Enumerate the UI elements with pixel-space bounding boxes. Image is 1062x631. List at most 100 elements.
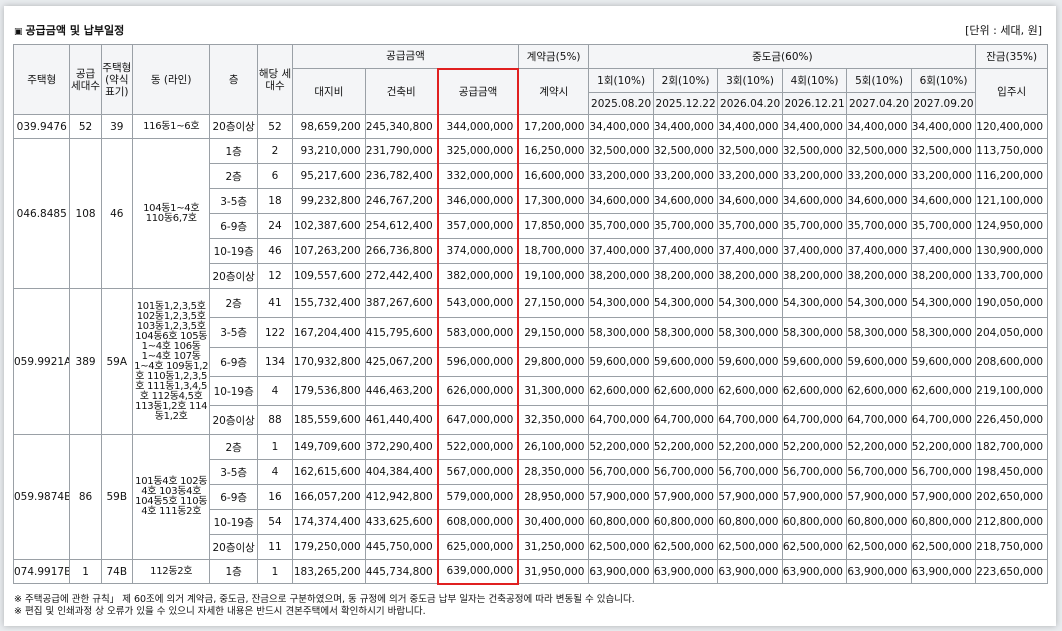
- cell-installment-6: 58,300,000: [910, 317, 977, 348]
- cell-installment-6: 60,800,000: [910, 509, 977, 535]
- header-installment-3-date: 2026.04.20: [717, 92, 783, 115]
- cell-land-cost: 174,374,400: [292, 509, 366, 535]
- cell-floor: 6-9층: [209, 213, 258, 239]
- header-deposit: 계약금(5%): [517, 44, 590, 69]
- cell-installment-3: 60,800,000: [717, 509, 783, 535]
- header-installment-5: 5회(10%): [846, 68, 912, 93]
- cell-deposit: 28,350,000: [517, 459, 590, 485]
- cell-supply-price: 583,000,000: [436, 317, 520, 348]
- cell-floor: 2층: [209, 288, 258, 318]
- cell-dong-line: 116동1~6호: [131, 114, 211, 139]
- cell-installment-2: 37,400,000: [652, 238, 719, 264]
- cell-installment-4: 62,600,000: [781, 376, 848, 406]
- cell-installment-6: 34,400,000: [910, 114, 977, 139]
- cell-balance: 182,700,000: [975, 434, 1048, 460]
- cell-installment-2: 32,500,000: [652, 138, 719, 164]
- cell-deposit: 17,200,000: [517, 114, 590, 139]
- cell-floor-units: 134: [256, 347, 294, 377]
- cell-deposit: 16,250,000: [517, 138, 590, 164]
- cell-installment-3: 52,200,000: [717, 434, 783, 460]
- cell-floor: 20층이상: [209, 263, 258, 289]
- section-title: ▣ 공급금액 및 납부일정: [14, 22, 124, 38]
- cell-installment-2: 60,800,000: [652, 509, 719, 535]
- cell-installment-6: 64,700,000: [910, 405, 977, 435]
- cell-deposit: 31,950,000: [517, 559, 590, 584]
- cell-floor: 20층이상: [209, 534, 258, 560]
- cell-installment-5: 34,600,000: [846, 188, 912, 214]
- cell-installment-6: 38,200,000: [910, 263, 977, 289]
- cell-installment-2: 57,900,000: [652, 484, 719, 510]
- cell-installment-1: 59,600,000: [588, 347, 654, 377]
- cell-installment-6: 59,600,000: [910, 347, 977, 377]
- header-type: 주택형: [12, 44, 71, 115]
- cell-installment-6: 37,400,000: [910, 238, 977, 264]
- cell-installment-6: 62,600,000: [910, 376, 977, 406]
- cell-installment-4: 54,300,000: [781, 288, 848, 318]
- cell-installment-5: 60,800,000: [846, 509, 912, 535]
- cell-installment-4: 60,800,000: [781, 509, 848, 535]
- cell-balance: 190,050,000: [975, 288, 1048, 318]
- cell-installment-1: 54,300,000: [588, 288, 654, 318]
- cell-deposit: 28,950,000: [517, 484, 590, 510]
- cell-installment-4: 38,200,000: [781, 263, 848, 289]
- cell-installment-4: 62,500,000: [781, 534, 848, 560]
- header-floor-units: 해당 세대수: [256, 44, 294, 115]
- cell-land-cost: 167,204,400: [292, 317, 366, 348]
- cell-installment-5: 56,700,000: [846, 459, 912, 485]
- cell-installment-5: 33,200,000: [846, 163, 912, 189]
- cell-supply-price: 346,000,000: [436, 188, 520, 214]
- cell-installment-5: 32,500,000: [846, 138, 912, 164]
- header-installment-5-date: 2027.04.20: [846, 92, 912, 115]
- cell-installment-2: 63,900,000: [652, 559, 719, 584]
- cell-land-cost: 179,536,800: [292, 376, 366, 406]
- footnote: ※ 편집 및 인쇄과정 상 오류가 있을 수 있으니 자세한 내용은 반드시 견…: [14, 606, 426, 617]
- cell-installment-5: 62,500,000: [846, 534, 912, 560]
- cell-supply-price: 374,000,000: [436, 238, 520, 264]
- cell-installment-6: 32,500,000: [910, 138, 977, 164]
- cell-installment-2: 38,200,000: [652, 263, 719, 289]
- cell-installment-4: 37,400,000: [781, 238, 848, 264]
- cell-deposit: 17,850,000: [517, 213, 590, 239]
- cell-floor-units: 18: [256, 188, 294, 214]
- cell-floor: 6-9층: [209, 484, 258, 510]
- cell-building-cost: 236,782,400: [364, 163, 439, 189]
- cell-installment-6: 62,500,000: [910, 534, 977, 560]
- cell-supply-price: 332,000,000: [436, 163, 520, 189]
- cell-installment-1: 62,600,000: [588, 376, 654, 406]
- cell-building-cost: 245,340,800: [364, 114, 439, 139]
- cell-land-cost: 109,557,600: [292, 263, 366, 289]
- cell-floor-units: 46: [256, 238, 294, 264]
- cell-land-cost: 98,659,200: [292, 114, 366, 139]
- cell-land-cost: 149,709,600: [292, 434, 366, 460]
- cell-installment-1: 58,300,000: [588, 317, 654, 348]
- cell-land-cost: 93,210,000: [292, 138, 366, 164]
- cell-land-cost: 155,732,400: [292, 288, 366, 318]
- table-row: 059.9874B 86 59B 101동4호 102동4호 103동4호 104동5…: [12, 434, 1048, 560]
- cell-balance: 218,750,000: [975, 534, 1048, 560]
- cell-floor-units: 24: [256, 213, 294, 239]
- cell-supply-price: 325,000,000: [436, 138, 520, 164]
- cell-deposit: 31,300,000: [517, 376, 590, 406]
- cell-installment-5: 35,700,000: [846, 213, 912, 239]
- cell-floor: 20층이상: [209, 405, 258, 435]
- cell-deposit: 29,800,000: [517, 347, 590, 377]
- table-body: 039.9476 52 39 116동1~6호 20층이상 52 98,659,200 245…: [12, 114, 1048, 585]
- cell-installment-1: 64,700,000: [588, 405, 654, 435]
- header-deposit-timing: 계약시: [517, 68, 590, 115]
- cell-dong-line: 104동1~4호 110동6,7호: [131, 138, 211, 289]
- cell-installment-6: 57,900,000: [910, 484, 977, 510]
- cell-deposit: 26,100,000: [517, 434, 590, 460]
- cell-installment-5: 63,900,000: [846, 559, 912, 584]
- cell-deposit: 19,100,000: [517, 263, 590, 289]
- cell-installment-3: 56,700,000: [717, 459, 783, 485]
- cell-supply-price: 382,000,000: [436, 263, 520, 289]
- cell-supply-price: 567,000,000: [436, 459, 520, 485]
- cell-installment-2: 64,700,000: [652, 405, 719, 435]
- cell-installment-1: 32,500,000: [588, 138, 654, 164]
- cell-building-cost: 272,442,400: [364, 263, 439, 289]
- cell-building-cost: 372,290,400: [364, 434, 439, 460]
- header-balance: 잔금(35%): [975, 44, 1048, 69]
- cell-land-cost: 170,932,800: [292, 347, 366, 377]
- cell-type-short: 46: [100, 138, 133, 289]
- cell-building-cost: 246,767,200: [364, 188, 439, 214]
